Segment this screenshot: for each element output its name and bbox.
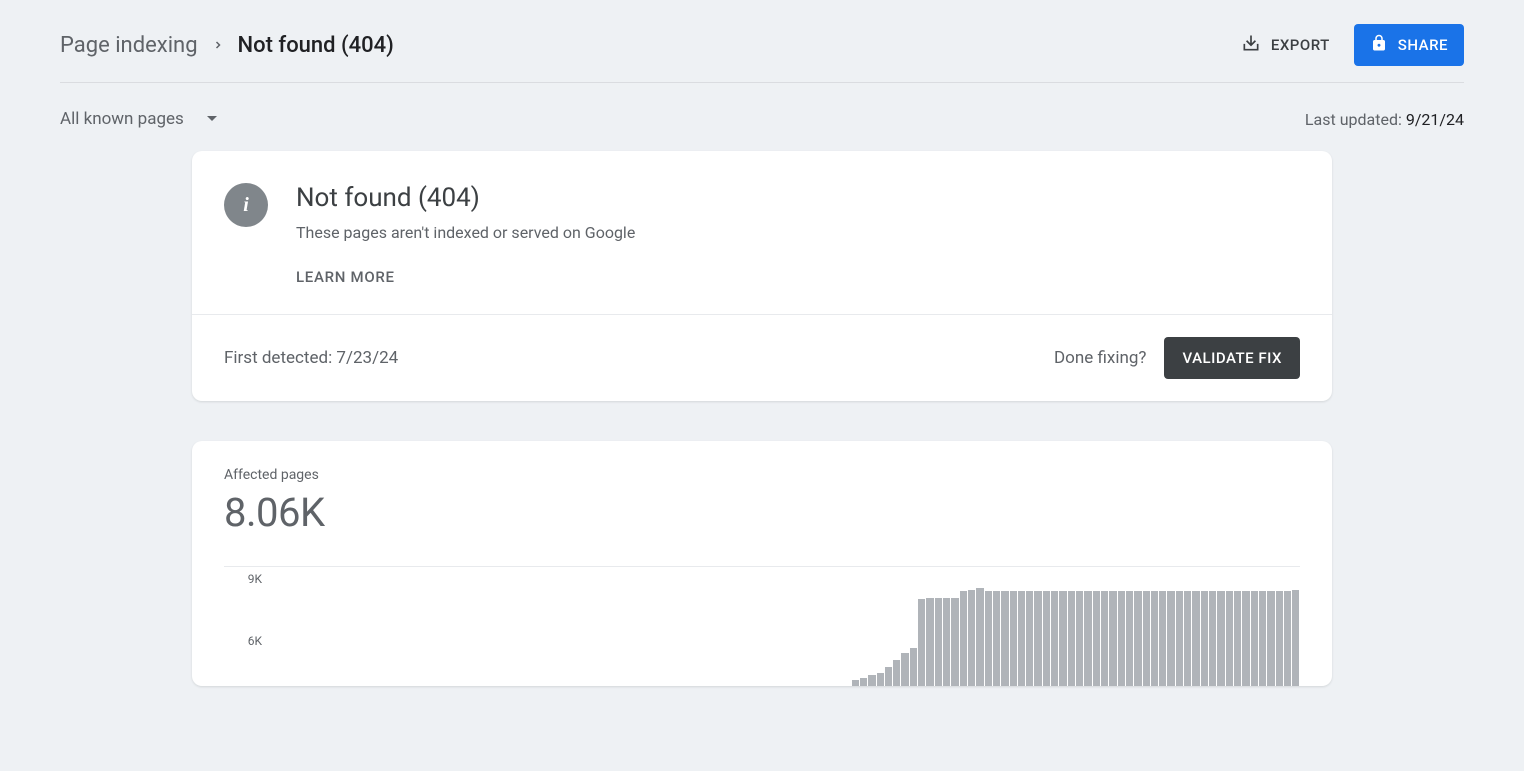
chart-bar (1242, 591, 1249, 686)
chart-bar (1018, 591, 1025, 686)
chart-bar (1109, 591, 1116, 686)
chart-bar (1176, 591, 1183, 686)
chart-bar (993, 591, 1000, 686)
chevron-right-icon (212, 39, 224, 51)
chart-bar (1184, 591, 1191, 686)
chart-bar (1043, 591, 1050, 686)
chart-bar (885, 667, 892, 686)
subheader: All known pages Last updated: 9/21/24 (60, 83, 1464, 151)
chart-bar (901, 653, 908, 686)
chart-bar (1284, 591, 1291, 686)
chart-bar (1059, 591, 1066, 686)
chart-bar (868, 675, 875, 686)
chart-bar (1167, 591, 1174, 686)
chart-bar (1134, 591, 1141, 686)
chart-bar (1234, 591, 1241, 686)
chart-bar (960, 591, 967, 686)
issue-card: i Not found (404) These pages aren't ind… (192, 151, 1332, 401)
pages-filter-dropdown[interactable]: All known pages (60, 109, 218, 129)
y-axis: 9K 6K (224, 567, 270, 686)
breadcrumb: Page indexing Not found (404) (60, 33, 394, 58)
chart-bar (1159, 591, 1166, 686)
lock-icon (1370, 34, 1388, 56)
last-updated: Last updated: 9/21/24 (1305, 110, 1464, 129)
y-tick-6k: 6K (248, 634, 262, 648)
chart-bar (1226, 591, 1233, 686)
chart-bar (943, 598, 950, 686)
chart-bar (1001, 591, 1008, 686)
chart-bar (985, 591, 992, 686)
affected-pages-card: Affected pages 8.06K 9K 6K (192, 441, 1332, 686)
chart-bar (935, 598, 942, 686)
chart-bar (1093, 591, 1100, 686)
chart-bar (1292, 590, 1299, 686)
chart-bar (1026, 591, 1033, 686)
chart-bar (1267, 591, 1274, 686)
chart-bar (1084, 591, 1091, 686)
chart-bar (852, 680, 859, 686)
breadcrumb-current: Not found (404) (238, 33, 394, 58)
share-button[interactable]: SHARE (1354, 24, 1464, 66)
breadcrumb-parent[interactable]: Page indexing (60, 33, 198, 58)
chart-bar (1143, 591, 1150, 686)
page-header: Page indexing Not found (404) EXPORT SHA… (60, 0, 1464, 83)
chart-bar (877, 673, 884, 686)
chart-bar (1209, 591, 1216, 686)
chart-bar (1251, 591, 1258, 686)
chart-bar (951, 598, 958, 686)
chart-bar (1217, 591, 1224, 686)
chart-bar (1276, 591, 1283, 686)
chart-bar (1126, 591, 1133, 686)
chart-bar (968, 590, 975, 686)
issue-subtitle: These pages aren't indexed or served on … (296, 223, 635, 242)
issue-title: Not found (404) (296, 183, 635, 213)
export-label: EXPORT (1271, 36, 1330, 54)
chart-bar (1076, 591, 1083, 686)
chart-bar (910, 648, 917, 686)
info-icon: i (224, 183, 268, 227)
chart-bar (1192, 591, 1199, 686)
download-icon (1241, 33, 1261, 57)
chart-bar (918, 599, 925, 686)
export-button[interactable]: EXPORT (1235, 25, 1336, 65)
chart-bar (1201, 591, 1208, 686)
chart-bar (1151, 591, 1158, 686)
chart-bar (860, 678, 867, 686)
chart-bar (1101, 591, 1108, 686)
chart-bar (893, 660, 900, 686)
chart-bar (976, 588, 983, 686)
filter-label: All known pages (60, 109, 184, 129)
chart-bar (1034, 591, 1041, 686)
done-fixing-label: Done fixing? (1054, 348, 1146, 368)
chart-area: 9K 6K (224, 566, 1300, 686)
chart-bar (1051, 591, 1058, 686)
validate-fix-button[interactable]: VALIDATE FIX (1164, 337, 1300, 379)
y-tick-9k: 9K (248, 572, 262, 586)
last-updated-label: Last updated: (1305, 110, 1406, 129)
learn-more-link[interactable]: LEARN MORE (296, 268, 635, 286)
chart-bar (1259, 591, 1266, 686)
chart-label: Affected pages (224, 467, 1300, 483)
share-label: SHARE (1398, 36, 1448, 54)
header-actions: EXPORT SHARE (1235, 24, 1464, 66)
chart-bars (278, 567, 1300, 686)
chart-bar (1118, 591, 1125, 686)
chart-bar (926, 598, 933, 686)
first-detected: First detected: 7/23/24 (224, 348, 398, 368)
last-updated-date: 9/21/24 (1406, 110, 1464, 129)
chart-bar (1068, 591, 1075, 686)
dropdown-arrow-icon (206, 115, 218, 123)
chart-bar (1010, 591, 1017, 686)
affected-pages-count: 8.06K (224, 489, 1300, 536)
